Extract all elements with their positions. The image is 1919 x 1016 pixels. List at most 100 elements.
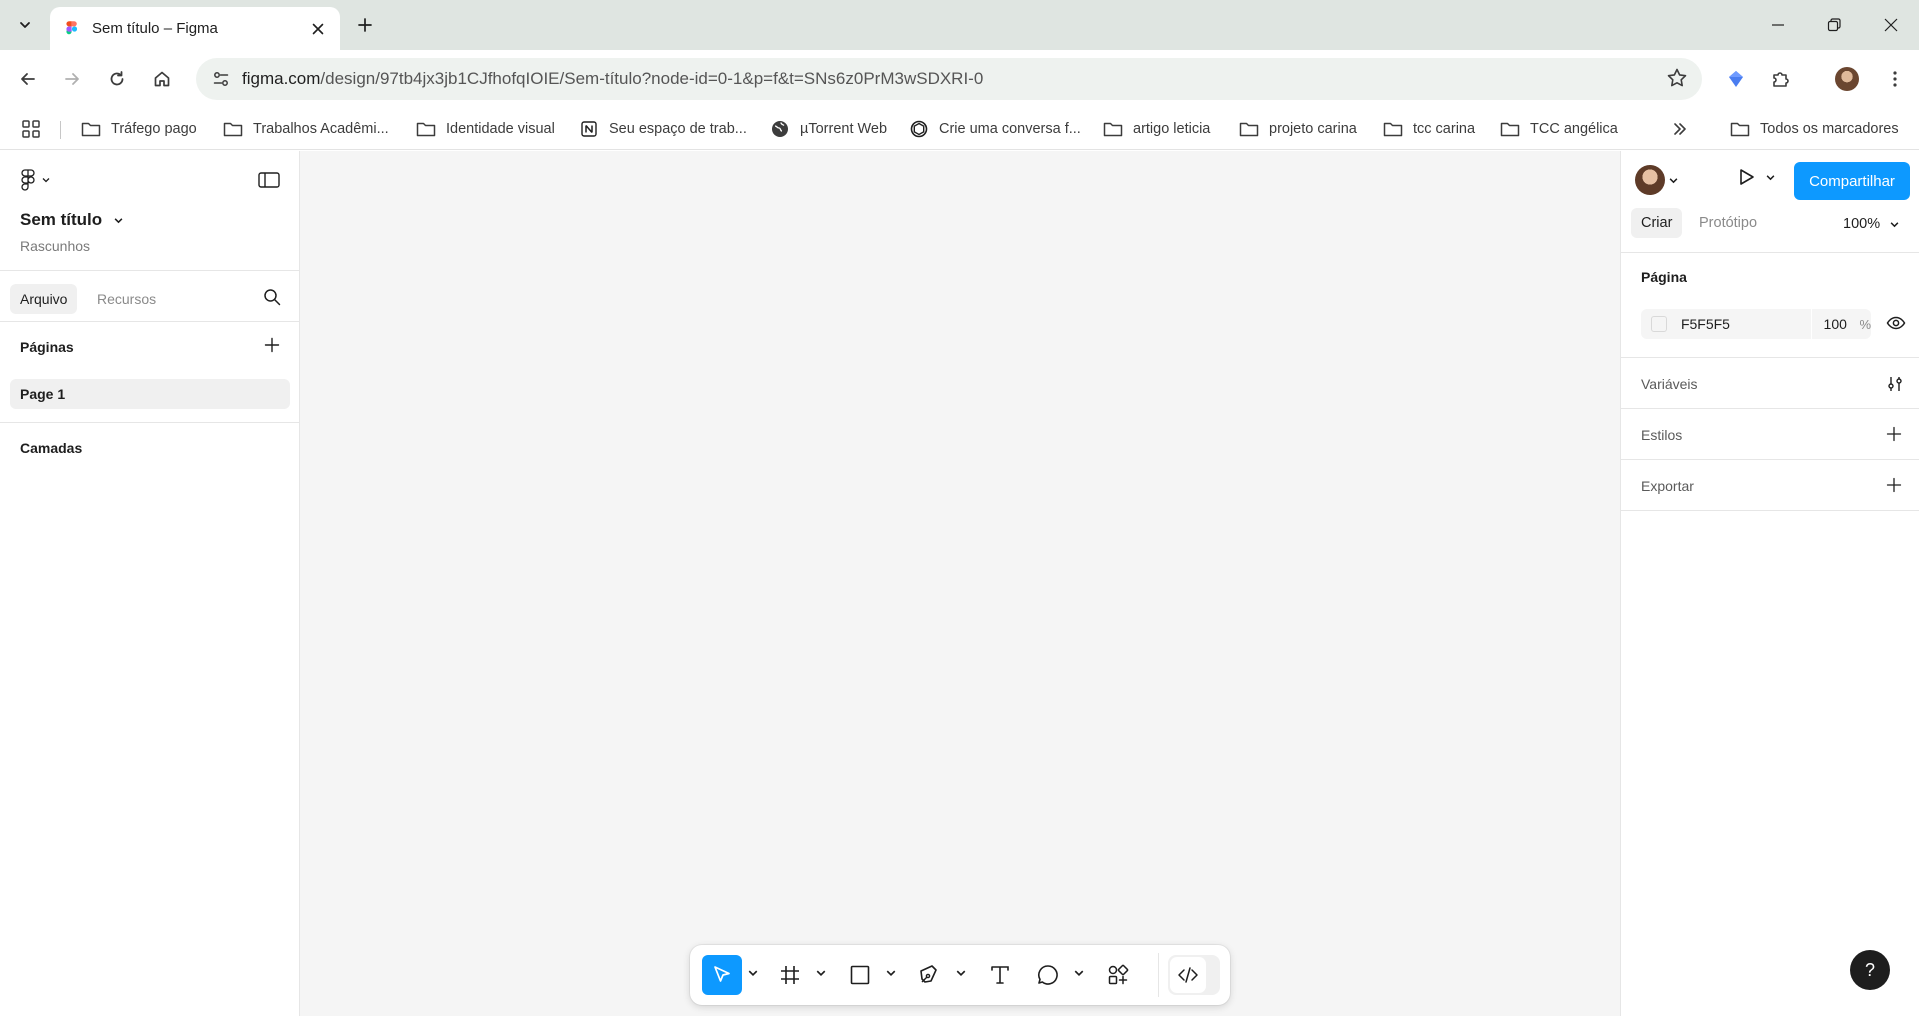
file-location[interactable]: Rascunhos <box>20 238 90 254</box>
bookmark-item[interactable]: Tráfego pago <box>81 118 197 140</box>
bookmark-label: Seu espaço de trab... <box>609 121 747 137</box>
frame-tool-button[interactable] <box>770 955 810 995</box>
bookmark-item[interactable]: tcc carina <box>1383 118 1475 140</box>
bookmark-label: µTorrent Web <box>800 121 888 137</box>
puzzle-icon <box>1773 72 1789 87</box>
plus-icon <box>1886 477 1902 493</box>
present-button[interactable] <box>1736 167 1775 187</box>
move-tool-button[interactable] <box>702 955 742 995</box>
main-menu-button[interactable] <box>20 169 50 191</box>
zoom-level: 100% <box>1843 216 1881 232</box>
chevron-down-icon[interactable] <box>1074 968 1084 978</box>
bookmark-item[interactable]: µTorrent Web <box>770 118 887 140</box>
current-user-button[interactable] <box>1635 165 1678 195</box>
variables-button[interactable] <box>1886 375 1904 393</box>
search-icon <box>264 289 281 306</box>
tab-file[interactable]: Arquivo <box>10 284 78 314</box>
toggle-visibility-button[interactable] <box>1886 315 1906 331</box>
tab-assets[interactable]: Recursos <box>87 284 166 314</box>
home-button[interactable] <box>146 63 178 95</box>
search-layers-button[interactable] <box>263 288 281 306</box>
extension-gem-icon <box>1729 71 1743 87</box>
url-text: figma.com/design/97tb4jx3jb1CJfhofqIOIE/… <box>242 69 983 89</box>
text-tool-button[interactable] <box>980 955 1020 995</box>
bookmark-item[interactable]: Seu espaço de trab... <box>579 118 747 140</box>
file-name-button[interactable]: Sem título <box>20 210 123 230</box>
tab-search-button[interactable] <box>12 12 38 38</box>
forward-button[interactable] <box>56 63 88 95</box>
bookmarks-bar: Tráfego pago Trabalhos Acadêmi... Identi… <box>0 108 1919 150</box>
back-button[interactable] <box>12 63 44 95</box>
bookmark-star-icon[interactable] <box>1666 67 1688 89</box>
extensions-button[interactable] <box>1765 63 1797 95</box>
frame-hash-icon <box>781 966 799 984</box>
figma-app: Sem título Rascunhos Arquivo Recursos Pá… <box>0 151 1919 1016</box>
page-section-title: Página <box>1641 269 1687 285</box>
apps-grid-icon <box>22 120 40 138</box>
arrow-right-icon <box>65 73 79 85</box>
shape-tool-button[interactable] <box>840 955 880 995</box>
close-icon <box>1884 18 1898 32</box>
tab-design[interactable]: Criar <box>1631 208 1683 238</box>
bookmark-item[interactable]: projeto carina <box>1239 118 1357 140</box>
help-button[interactable]: ? <box>1850 950 1890 990</box>
tab-prototype[interactable]: Protótipo <box>1689 208 1767 238</box>
canvas[interactable] <box>300 151 1620 1016</box>
chevron-down-icon[interactable] <box>956 968 966 978</box>
site-settings-icon[interactable] <box>208 66 234 92</box>
browser-tab-active[interactable]: Sem título – Figma <box>50 7 340 50</box>
reload-button[interactable] <box>101 63 133 95</box>
bookmark-item[interactable]: Crie uma conversa f... <box>909 118 1081 140</box>
chevron-down-icon[interactable] <box>886 968 896 978</box>
apps-button[interactable] <box>22 118 40 140</box>
extension-button[interactable] <box>1720 63 1752 95</box>
restore-button[interactable] <box>1806 0 1862 50</box>
bookmark-item[interactable]: Identidade visual <box>416 118 555 140</box>
right-panel: Compartilhar Criar Protótipo 100% Página… <box>1620 151 1919 1016</box>
toggle-sidebar-button[interactable] <box>258 171 280 189</box>
divider <box>0 422 300 423</box>
export-section-title[interactable]: Exportar <box>1641 478 1694 494</box>
divider <box>1621 459 1919 460</box>
chevron-down-icon <box>42 178 50 183</box>
bookmark-item[interactable]: artigo leticia <box>1103 118 1210 140</box>
comment-tool-button[interactable] <box>1028 955 1068 995</box>
page-color-input[interactable]: F5F5F5 <box>1681 316 1811 332</box>
close-icon <box>312 23 324 34</box>
page-color-swatch[interactable] <box>1651 316 1667 332</box>
bookmark-item[interactable]: Trabalhos Acadêmi... <box>223 118 389 140</box>
dev-mode-toggle[interactable] <box>1168 955 1220 995</box>
url-path: /design/97tb4jx3jb1CJfhofqIOIE/Sem-títul… <box>320 69 984 88</box>
browser-toolbar: figma.com/design/97tb4jx3jb1CJfhofqIOIE/… <box>0 50 1919 108</box>
minimize-button[interactable] <box>1750 0 1806 50</box>
all-bookmarks-button[interactable]: Todos os marcadores <box>1730 118 1899 140</box>
share-button[interactable]: Compartilhar <box>1794 162 1910 200</box>
actions-tool-button[interactable] <box>1098 955 1138 995</box>
divider <box>1621 252 1919 253</box>
chevron-down-icon[interactable] <box>748 968 758 978</box>
text-icon <box>991 966 1009 984</box>
variables-section-title[interactable]: Variáveis <box>1641 376 1698 392</box>
page-opacity-input[interactable]: 100 <box>1824 316 1854 332</box>
tab-close-button[interactable] <box>308 19 328 39</box>
chevron-down-icon <box>1669 177 1678 183</box>
profile-button[interactable] <box>1831 63 1863 95</box>
bookmark-label: Trabalhos Acadêmi... <box>253 121 389 137</box>
add-export-button[interactable] <box>1886 477 1902 493</box>
close-window-button[interactable] <box>1863 0 1919 50</box>
more-bookmarks-button[interactable] <box>1672 118 1688 140</box>
bookmark-label: projeto carina <box>1269 121 1357 137</box>
sidebar-icon <box>258 172 280 188</box>
pen-tool-button[interactable] <box>910 955 950 995</box>
file-title: Sem título <box>20 210 103 229</box>
zoom-dropdown[interactable]: 100% <box>1843 216 1899 232</box>
chevron-down-icon[interactable] <box>816 968 826 978</box>
add-page-button[interactable] <box>264 337 280 353</box>
new-tab-button[interactable] <box>353 13 377 37</box>
bookmark-item[interactable]: TCC angélica <box>1500 118 1618 140</box>
styles-section-title[interactable]: Estilos <box>1641 427 1682 443</box>
browser-menu-button[interactable] <box>1879 63 1911 95</box>
add-style-button[interactable] <box>1886 426 1902 442</box>
page-item[interactable]: Page 1 <box>10 379 290 409</box>
address-bar[interactable]: figma.com/design/97tb4jx3jb1CJfhofqIOIE/… <box>196 58 1702 100</box>
